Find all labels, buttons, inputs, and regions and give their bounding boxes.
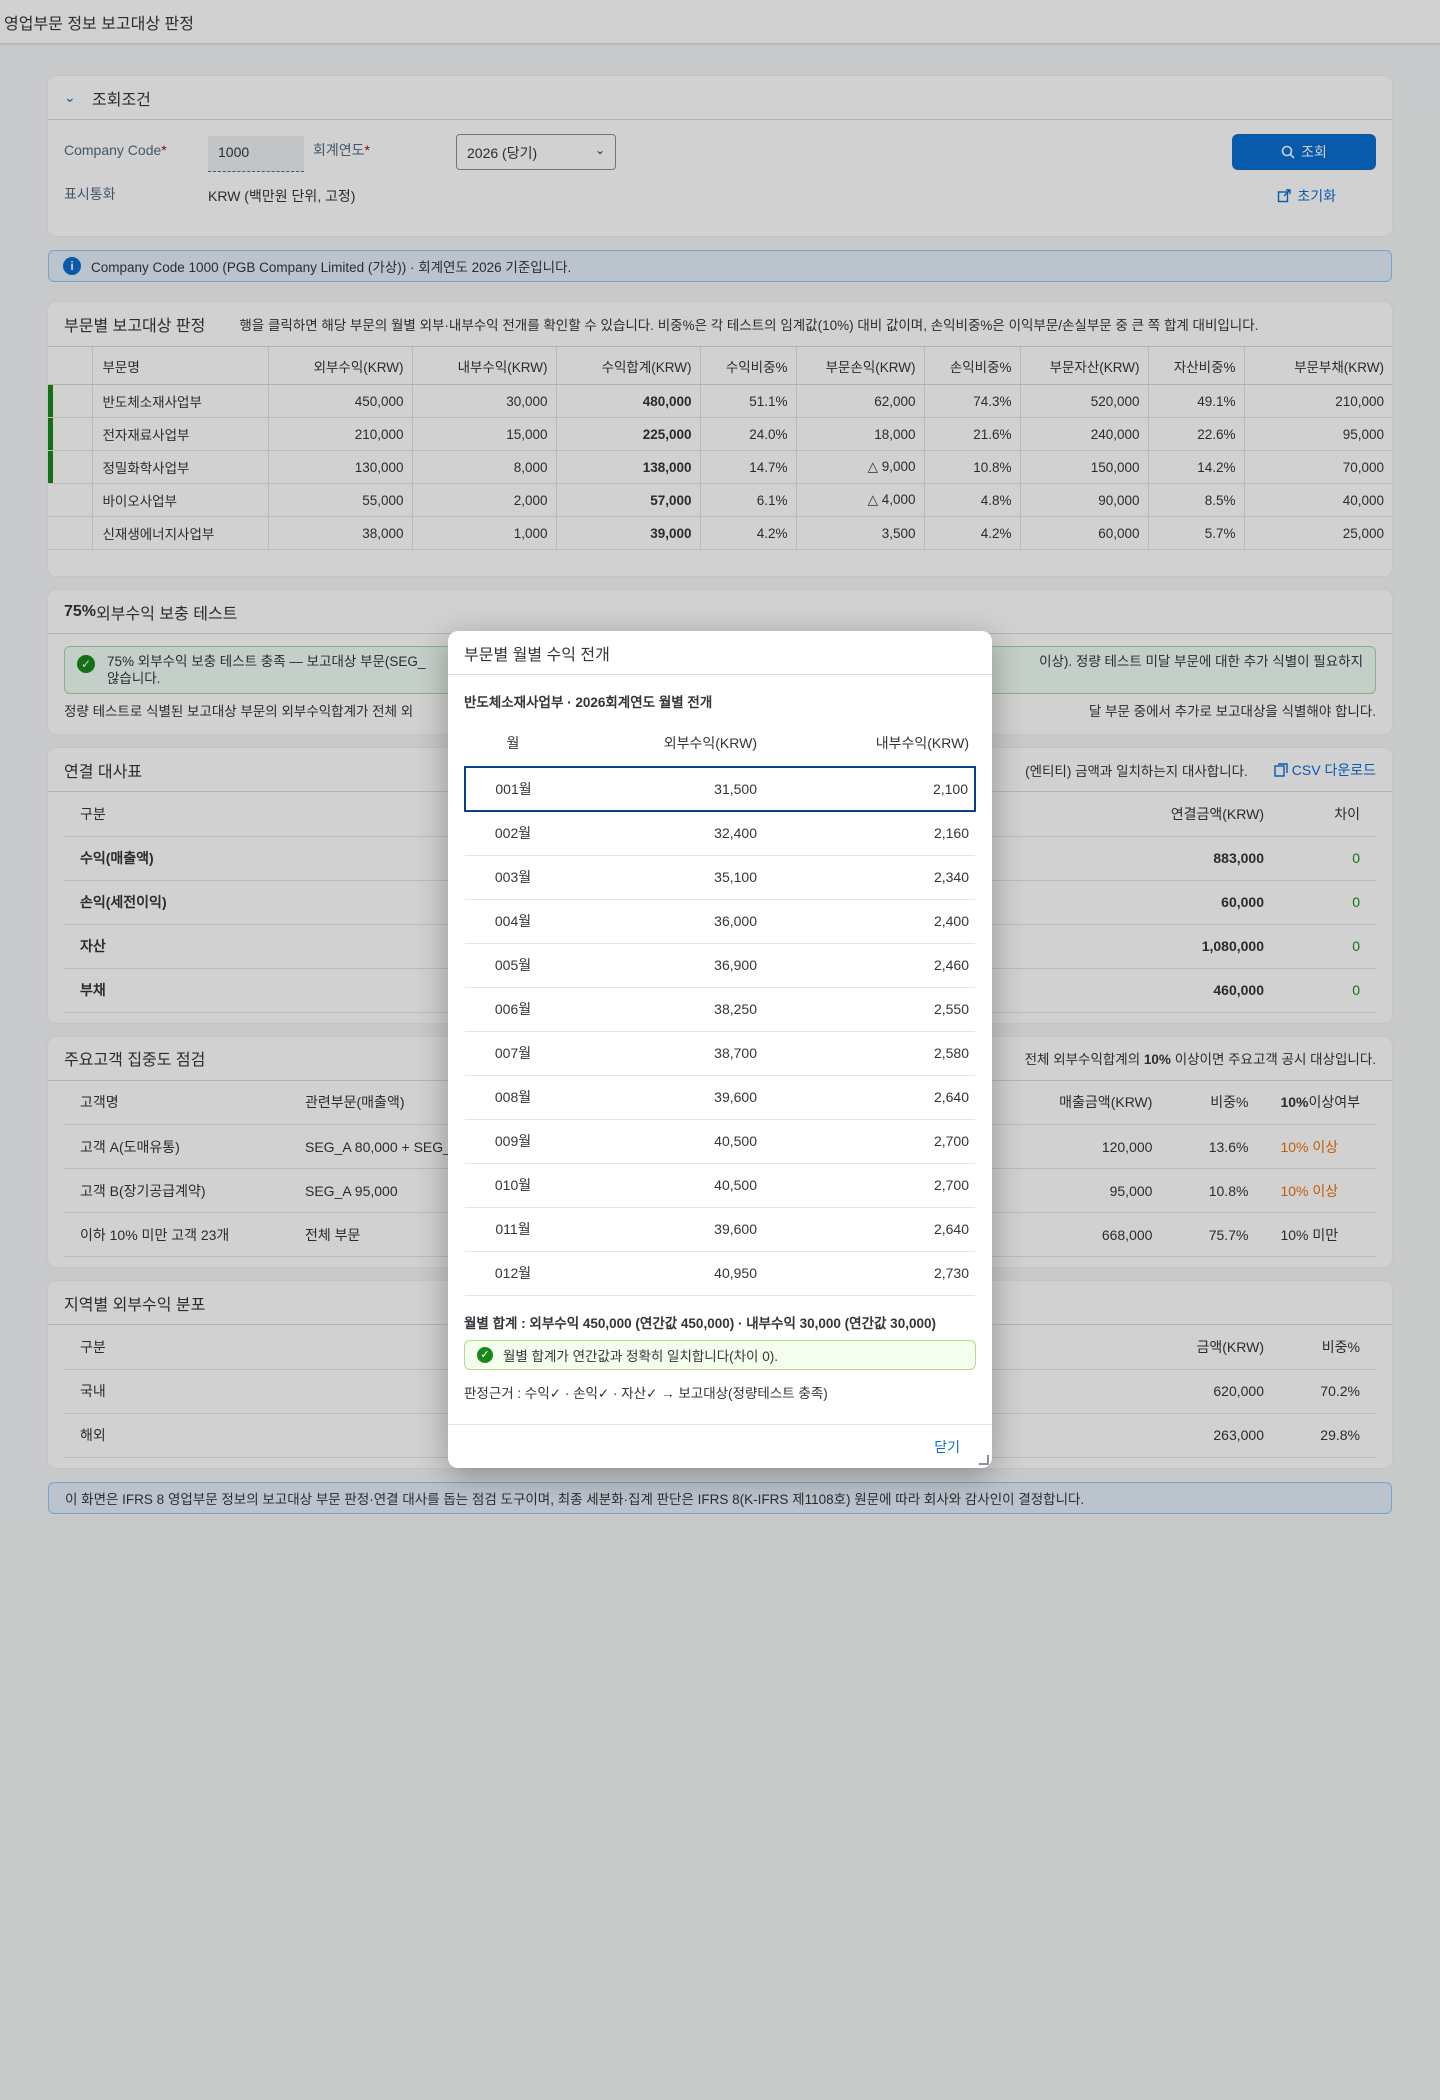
column-header: 내부수익(KRW) xyxy=(763,719,975,768)
table-row[interactable]: 004월 36,000 2,400 xyxy=(465,899,975,944)
monthly-internal-revenue: 2,700 xyxy=(763,1119,975,1164)
dialog-subtitle: 반도체소재사업부 · 2026회계연도 월별 전개 xyxy=(464,695,713,710)
monthly-internal-revenue: 2,400 xyxy=(763,899,975,944)
month-label: 002월 xyxy=(465,811,561,856)
table-row[interactable]: 002월 32,400 2,160 xyxy=(465,811,975,856)
month-label: 006월 xyxy=(465,987,561,1032)
table-row[interactable]: 007월 38,700 2,580 xyxy=(465,1031,975,1076)
judgement-basis: 판정근거 : 수익✓ · 손익✓ · 자산✓ → 보고대상(정량테스트 충족) xyxy=(464,1385,828,1401)
monthly-internal-revenue: 2,100 xyxy=(763,766,976,812)
table-row[interactable]: 005월 36,900 2,460 xyxy=(465,943,975,988)
monthly-internal-revenue: 2,160 xyxy=(763,811,975,856)
table-row[interactable]: 006월 38,250 2,550 xyxy=(465,987,975,1032)
monthly-external-revenue: 40,950 xyxy=(561,1251,763,1296)
monthly-external-revenue: 36,900 xyxy=(561,943,763,988)
table-row[interactable]: 010월 40,500 2,700 xyxy=(465,1163,975,1208)
monthly-external-revenue: 32,400 xyxy=(561,811,763,856)
monthly-external-revenue: 31,500 xyxy=(561,766,763,812)
month-label: 009월 xyxy=(465,1119,561,1164)
success-icon: ✓ xyxy=(477,1346,493,1363)
table-row[interactable]: 003월 35,100 2,340 xyxy=(465,855,975,900)
monthly-revenue-dialog: 부문별 월별 수익 전개 반도체소재사업부 · 2026회계연도 월별 전개 월… xyxy=(448,631,992,1468)
monthly-table: 월 외부수익(KRW) 내부수익(KRW) 001월 31,500 2,100 002… xyxy=(464,719,976,1296)
close-button[interactable]: 닫기 xyxy=(934,1437,960,1457)
monthly-external-revenue: 39,600 xyxy=(561,1075,763,1120)
monthly-external-revenue: 35,100 xyxy=(561,855,763,900)
month-label: 001월 xyxy=(464,766,561,812)
match-message-strip: ✓ 월별 합계가 연간값과 정확히 일치합니다(차이 0). xyxy=(464,1339,976,1370)
table-row[interactable]: 008월 39,600 2,640 xyxy=(465,1075,975,1120)
monthly-sum-line: 월별 합계 : 외부수익 450,000 (연간값 450,000) · 내부수… xyxy=(464,1315,936,1331)
monthly-internal-revenue: 2,640 xyxy=(763,1207,975,1252)
table-row[interactable]: 011월 39,600 2,640 xyxy=(465,1207,975,1252)
month-label: 010월 xyxy=(465,1163,561,1208)
dialog-header: 부문별 월별 수익 전개 xyxy=(448,631,992,675)
dialog-footer: 닫기 xyxy=(448,1424,992,1468)
table-row[interactable]: 009월 40,500 2,700 xyxy=(465,1119,975,1164)
month-label: 012월 xyxy=(465,1251,561,1296)
month-label: 008월 xyxy=(465,1075,561,1120)
table-row[interactable]: 012월 40,950 2,730 xyxy=(465,1251,975,1296)
monthly-external-revenue: 40,500 xyxy=(561,1119,763,1164)
resize-handle[interactable] xyxy=(979,1455,989,1465)
month-label: 004월 xyxy=(465,899,561,944)
table-row[interactable]: 001월 31,500 2,100 xyxy=(464,766,976,812)
monthly-external-revenue: 38,700 xyxy=(561,1031,763,1076)
monthly-external-revenue: 38,250 xyxy=(561,987,763,1032)
monthly-internal-revenue: 2,730 xyxy=(763,1251,975,1296)
month-label: 003월 xyxy=(465,855,561,900)
dialog-title: 부문별 월별 수익 전개 xyxy=(464,646,610,664)
monthly-external-revenue: 36,000 xyxy=(561,899,763,944)
monthly-external-revenue: 40,500 xyxy=(561,1163,763,1208)
monthly-internal-revenue: 2,340 xyxy=(763,855,975,900)
monthly-external-revenue: 39,600 xyxy=(561,1207,763,1252)
monthly-internal-revenue: 2,580 xyxy=(763,1031,975,1076)
monthly-internal-revenue: 2,460 xyxy=(763,943,975,988)
month-label: 011월 xyxy=(465,1207,561,1252)
table-header-row: 월 외부수익(KRW) 내부수익(KRW) xyxy=(465,719,975,768)
monthly-internal-revenue: 2,640 xyxy=(763,1075,975,1120)
column-header: 월 xyxy=(465,719,561,768)
monthly-internal-revenue: 2,550 xyxy=(763,987,975,1032)
match-message-text: 월별 합계가 연간값과 정확히 일치합니다(차이 0). xyxy=(503,1348,778,1364)
month-label: 007월 xyxy=(465,1031,561,1076)
column-header: 외부수익(KRW) xyxy=(561,719,763,768)
monthly-internal-revenue: 2,700 xyxy=(763,1163,975,1208)
month-label: 005월 xyxy=(465,943,561,988)
